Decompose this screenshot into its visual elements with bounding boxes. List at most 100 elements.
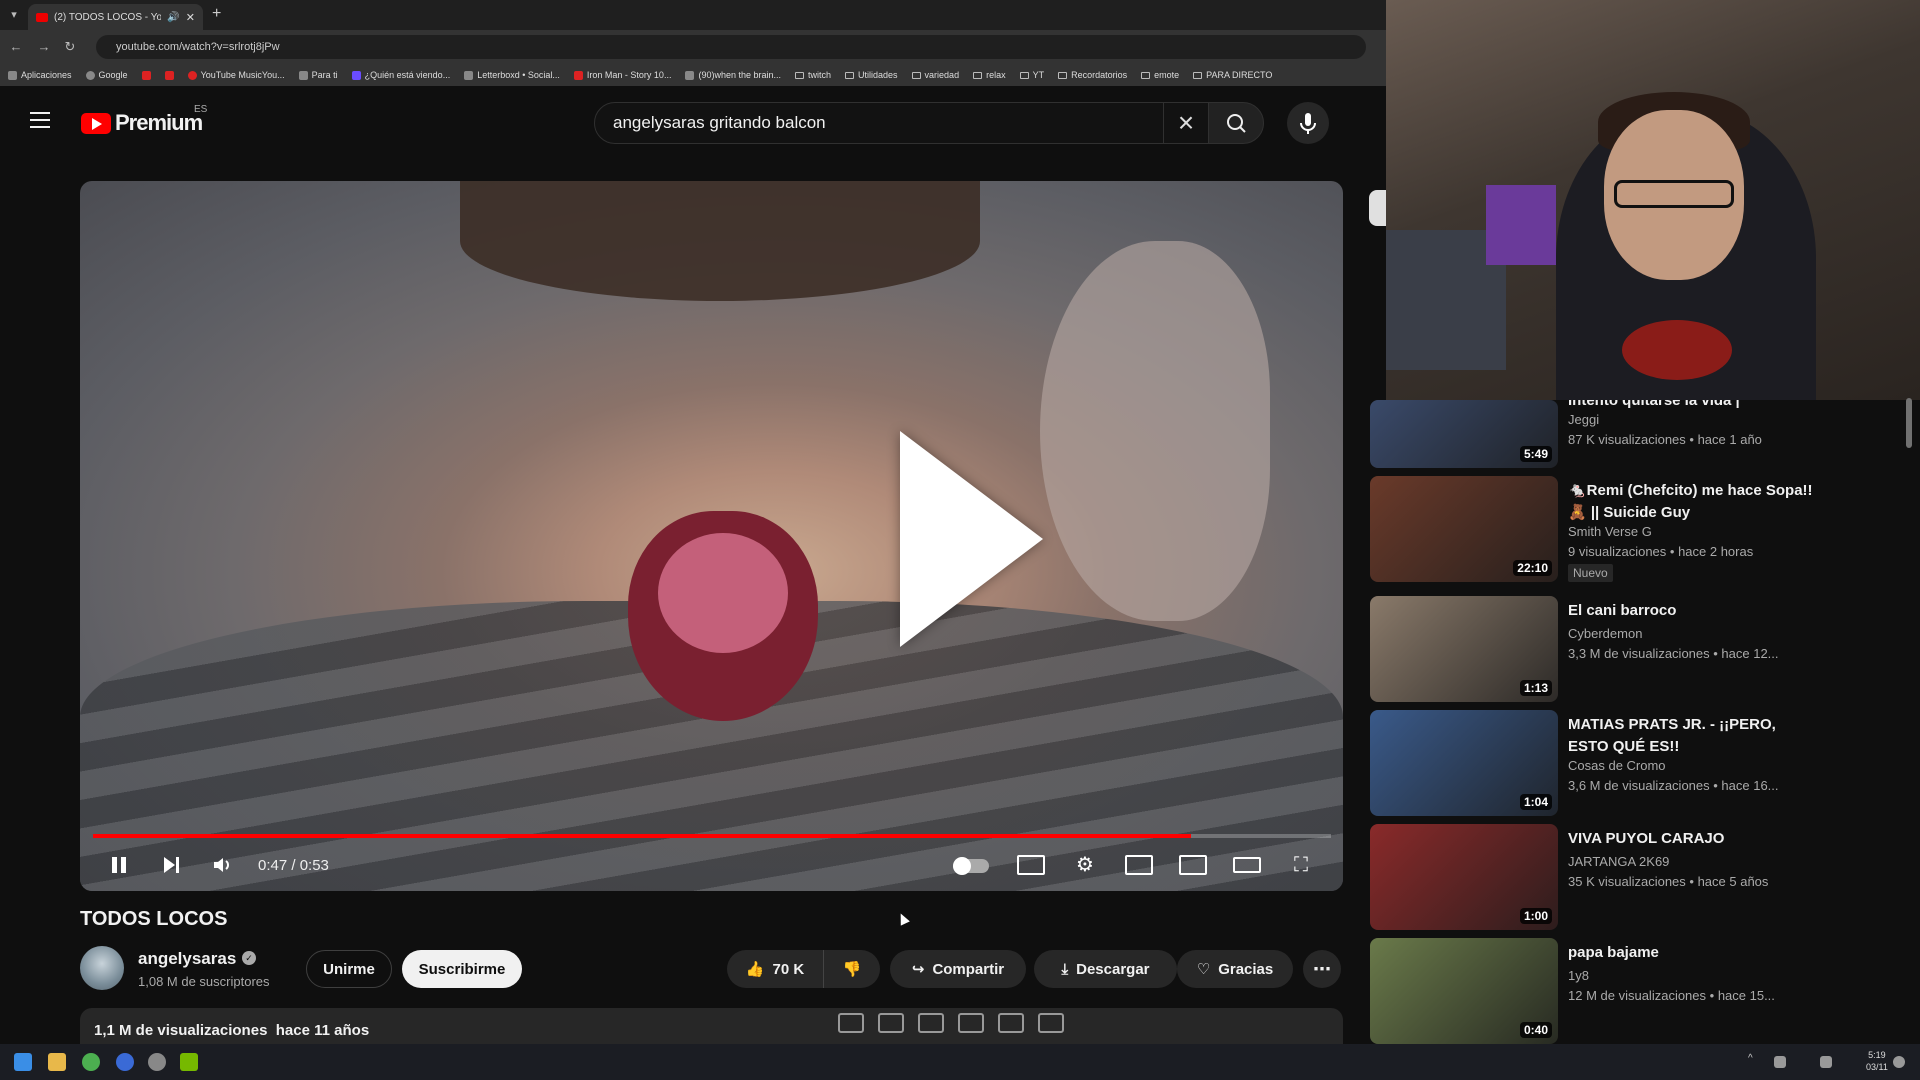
extension-settings-icon[interactable]	[1038, 1013, 1064, 1033]
bookmark-item[interactable]: Letterboxd • Social...	[464, 70, 560, 80]
speaker-icon[interactable]: 🔊	[167, 12, 179, 23]
autoplay-toggle[interactable]	[953, 857, 989, 875]
bookmark-item[interactable]	[164, 70, 174, 80]
recommendation-item[interactable]: 1:04 MATIAS PRATS JR. - ¡¡PERO, ESTO QUÉ …	[1370, 710, 1890, 816]
gmail-icon	[141, 70, 151, 80]
bookmark-folder[interactable]: twitch	[795, 70, 831, 80]
join-button[interactable]: Unirme	[306, 950, 392, 988]
bookmark-folder[interactable]: variedad	[911, 70, 959, 80]
bookmark-item[interactable]: ¿Quién está viendo...	[351, 70, 450, 80]
sidebar-chip[interactable]	[1369, 190, 1386, 226]
recommendation-title[interactable]: papa bajame	[1568, 942, 1818, 964]
notifications-icon[interactable]	[1893, 1056, 1905, 1068]
steam-icon[interactable]	[116, 1053, 134, 1071]
thanks-button[interactable]: ♡ Gracias	[1177, 950, 1293, 988]
recommendation-item[interactable]: 0:40 papa bajame 1y8 12 M de visualizacione…	[1370, 938, 1890, 1044]
recommendation-title[interactable]: VIVA PUYOL CARAJO	[1568, 828, 1818, 850]
tab-close-icon[interactable]: ✕	[186, 11, 195, 24]
recommendation-channel[interactable]: Cyberdemon	[1568, 626, 1642, 641]
recommendation-age: hace 2 horas	[1678, 544, 1754, 559]
recommendation-title[interactable]: MATIAS PRATS JR. - ¡¡PERO, ESTO QUÉ ES!!	[1568, 714, 1818, 758]
channel-name[interactable]: angelysaras	[138, 949, 236, 969]
recommendation-thumbnail[interactable]: 1:04	[1370, 710, 1558, 816]
recommendation-item[interactable]: 1:13 El cani barroco Cyberdemon 3,3 M de vi…	[1370, 596, 1890, 702]
new-tab-button[interactable]: +	[212, 6, 228, 22]
forward-arrow-icon[interactable]: →	[36, 39, 52, 55]
next-video-icon[interactable]	[157, 851, 185, 879]
youtube-premium-logo[interactable]: Premium	[81, 110, 203, 136]
clock[interactable]: 5:19 03/11	[1866, 1049, 1888, 1073]
recommendation-item[interactable]: 1:00 VIVA PUYOL CARAJO JARTANGA 2K69 35 K v…	[1370, 824, 1890, 930]
bookmark-item[interactable]	[141, 70, 151, 80]
dislike-button[interactable]: 👎	[823, 950, 880, 988]
loop-icon[interactable]	[838, 1013, 864, 1033]
video-player[interactable]: 0:47 / 0:53 ⚙ ⛶	[80, 181, 1343, 891]
recommendation-item[interactable]: 5:49Intentó quitarse la vida | angelysar…	[1370, 392, 1890, 468]
recommendation-title[interactable]: El cani barroco	[1568, 600, 1818, 622]
volume-icon[interactable]	[208, 851, 236, 879]
hamburger-menu-icon[interactable]	[30, 112, 50, 128]
bookmark-folder[interactable]: emote	[1141, 70, 1179, 80]
bookmark-item[interactable]: Para ti	[298, 70, 338, 80]
recommendation-channel[interactable]: Jeggi	[1568, 412, 1599, 427]
more-actions-button[interactable]: ⋯	[1303, 950, 1341, 988]
cinema-icon[interactable]	[918, 1013, 944, 1033]
recommendation-channel[interactable]: Smith Verse G	[1568, 524, 1652, 539]
app-icon[interactable]	[148, 1053, 166, 1071]
nvidia-icon[interactable]	[180, 1053, 198, 1071]
recommendation-channel[interactable]: Cosas de Cromo	[1568, 758, 1666, 773]
reload-icon[interactable]: ↻	[62, 39, 78, 55]
recommendation-channel[interactable]: 1y8	[1568, 968, 1589, 983]
audio-icon[interactable]	[878, 1013, 904, 1033]
bookmark-folder[interactable]: Utilidades	[845, 70, 898, 80]
file-explorer-icon[interactable]	[48, 1053, 66, 1071]
picture-in-picture-icon[interactable]	[1179, 855, 1207, 875]
recommendation-title[interactable]: 🐁Remi (Chefcito) me hace Sopa!! 🧸 || Sui…	[1568, 480, 1818, 524]
search-input[interactable]: angelysaras gritando balcon	[594, 102, 1164, 144]
back-arrow-icon[interactable]: ←	[8, 39, 24, 55]
bookmark-folder[interactable]: YT	[1019, 70, 1044, 80]
windows-start-icon[interactable]	[14, 1053, 32, 1071]
bookmark-item[interactable]: (90)when the brain...	[685, 70, 781, 80]
recommendation-thumbnail[interactable]: 5:49	[1370, 400, 1558, 468]
big-play-icon[interactable]	[900, 431, 1043, 647]
download-button[interactable]: ⤓ Descargar	[1034, 950, 1177, 988]
network-tray-icon[interactable]	[1820, 1056, 1832, 1068]
settings-gear-icon[interactable]: ⚙	[1071, 851, 1099, 879]
progress-bar[interactable]	[93, 834, 1331, 838]
share-button[interactable]: ↪ Compartir	[890, 950, 1026, 988]
microphone-button[interactable]	[1287, 102, 1329, 144]
recommendation-thumbnail[interactable]: 22:10	[1370, 476, 1558, 582]
bookmark-item[interactable]: Iron Man - Story 10...	[573, 70, 671, 80]
subscribe-button[interactable]: Suscribirme	[402, 950, 522, 988]
search-button[interactable]	[1208, 102, 1264, 144]
miniplayer-icon[interactable]	[1125, 855, 1153, 875]
pause-icon[interactable]	[105, 851, 133, 879]
sidebar-scrollbar[interactable]	[1906, 398, 1912, 448]
channel-avatar[interactable]	[80, 946, 124, 990]
bookmark-folder[interactable]: Recordatorios	[1058, 70, 1127, 80]
recommendation-thumbnail[interactable]: 0:40	[1370, 938, 1558, 1044]
fullscreen-icon[interactable]: ⛶	[1287, 851, 1315, 879]
bookmark-item[interactable]: YouTube MusicYou...	[187, 70, 285, 80]
bookmark-item[interactable]: Aplicaciones	[8, 70, 72, 80]
recommendation-thumbnail[interactable]: 1:00	[1370, 824, 1558, 930]
subtitles-icon[interactable]	[1017, 855, 1045, 875]
volume-tray-icon[interactable]	[1774, 1056, 1786, 1068]
bookmark-folder[interactable]: relax	[973, 70, 1006, 80]
url-field[interactable]: youtube.com/watch?v=srlrotj8jPw	[96, 35, 1366, 59]
chrome-icon[interactable]	[82, 1053, 100, 1071]
browser-tab[interactable]: (2) TODOS LOCOS - YouTube 🔊 ✕	[28, 4, 203, 30]
recommendation-thumbnail[interactable]: 1:13	[1370, 596, 1558, 702]
tray-chevron-icon[interactable]: ^	[1748, 1053, 1758, 1071]
speed-icon[interactable]	[998, 1013, 1024, 1033]
bookmark-folder[interactable]: PARA DIRECTO	[1193, 70, 1272, 80]
recommendation-item[interactable]: 22:10 🐁Remi (Chefcito) me hace Sopa!! 🧸 |…	[1370, 476, 1890, 582]
recommendation-channel[interactable]: JARTANGA 2K69	[1568, 854, 1669, 869]
theater-mode-icon[interactable]	[1233, 857, 1261, 873]
clear-search-icon[interactable]: ×	[1164, 102, 1208, 144]
tab-list-chevron-icon[interactable]: ▾	[6, 7, 22, 23]
film-icon[interactable]	[958, 1013, 984, 1033]
like-button[interactable]: 👍 70 K	[727, 950, 823, 988]
bookmark-item[interactable]: Google	[85, 70, 128, 80]
